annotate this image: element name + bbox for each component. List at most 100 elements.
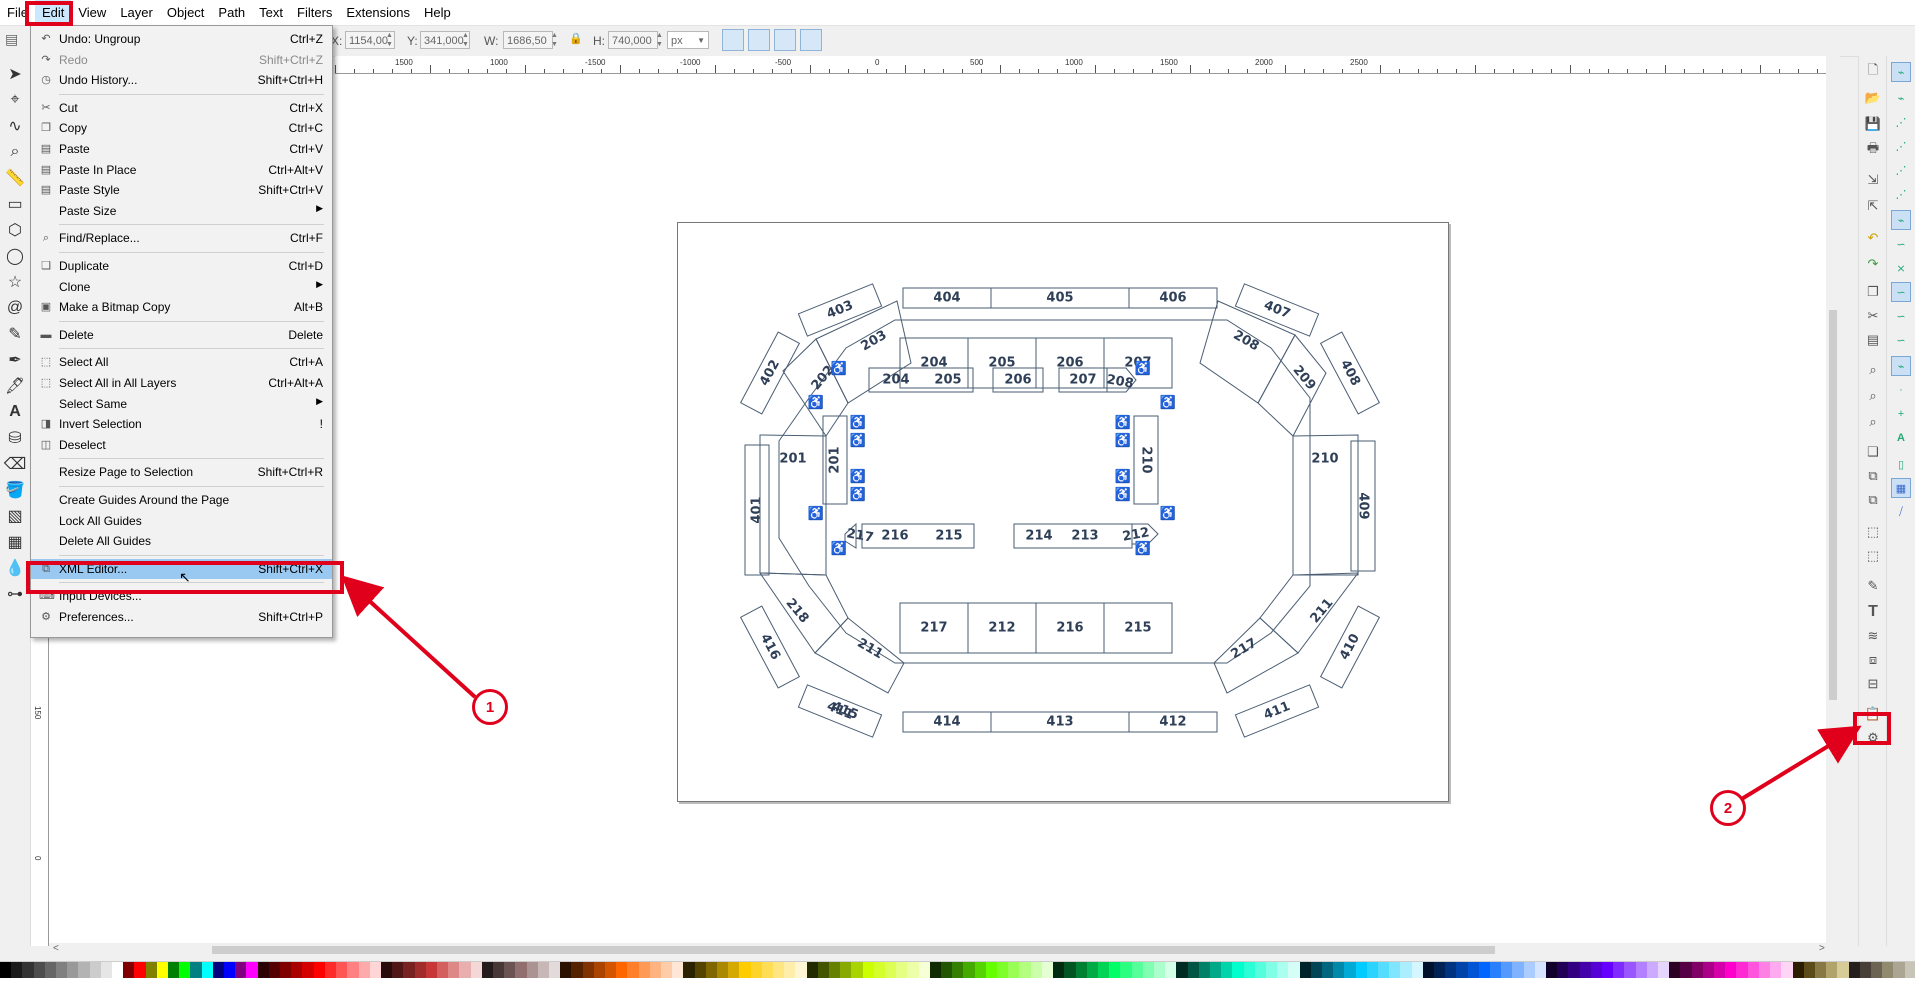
tweak-tool-icon[interactable]: ∿ bbox=[3, 114, 27, 138]
color-swatch[interactable] bbox=[481, 962, 493, 978]
color-swatch[interactable] bbox=[1658, 962, 1670, 978]
spray-tool-icon[interactable]: ⛁ bbox=[3, 426, 27, 450]
color-swatch[interactable] bbox=[459, 962, 471, 978]
color-swatch[interactable] bbox=[1299, 962, 1311, 978]
color-swatch[interactable] bbox=[1232, 962, 1244, 978]
color-swatch[interactable] bbox=[336, 962, 348, 978]
color-swatch[interactable] bbox=[548, 962, 561, 978]
color-swatch[interactable] bbox=[436, 962, 449, 978]
snap-paths-icon[interactable]: ∽ bbox=[1891, 234, 1911, 254]
color-swatch[interactable] bbox=[1814, 962, 1827, 978]
color-swatch[interactable] bbox=[380, 962, 393, 978]
color-swatch[interactable] bbox=[593, 962, 605, 978]
snap-bbox-corners-icon[interactable]: ⋰ bbox=[1891, 136, 1911, 156]
color-swatch[interactable] bbox=[448, 962, 460, 978]
color-swatch[interactable] bbox=[235, 962, 247, 978]
menu-item-resize-page-to-selection[interactable]: Resize Page to Selection Shift+Ctrl+R bbox=[31, 462, 332, 482]
menu-item-create-guides-around-the-page[interactable]: Create Guides Around the Page bbox=[31, 490, 332, 510]
new-document-icon[interactable]: 🗋 bbox=[1863, 62, 1883, 82]
color-swatch[interactable] bbox=[761, 962, 774, 978]
color-swatch[interactable] bbox=[1445, 962, 1457, 978]
menu-item-select-all[interactable]: ⬚ Select All Ctrl+A bbox=[31, 352, 332, 372]
horizontal-scrollbar[interactable]: < > bbox=[49, 943, 1840, 957]
color-swatch[interactable] bbox=[985, 962, 998, 978]
color-swatch[interactable] bbox=[134, 962, 146, 978]
color-swatch[interactable] bbox=[1243, 962, 1255, 978]
menu-item-paste-size[interactable]: Paste Size ▶ bbox=[31, 201, 332, 221]
zoom-selection-icon[interactable]: ⌕ bbox=[1863, 360, 1883, 380]
color-swatch[interactable] bbox=[1434, 962, 1446, 978]
copy-icon[interactable]: ❐ bbox=[1863, 282, 1883, 302]
color-swatch[interactable] bbox=[268, 962, 281, 978]
color-swatch[interactable] bbox=[1725, 962, 1737, 978]
color-swatch[interactable] bbox=[672, 962, 684, 978]
color-swatch[interactable] bbox=[1736, 962, 1748, 978]
color-swatch[interactable] bbox=[56, 962, 68, 978]
snap-others-icon[interactable]: ⌁ bbox=[1891, 356, 1911, 376]
color-swatch[interactable] bbox=[1870, 962, 1883, 978]
color-swatch[interactable] bbox=[1837, 962, 1849, 978]
color-swatch[interactable] bbox=[1501, 962, 1513, 978]
lock-ratio-icon[interactable]: 🔒 bbox=[569, 32, 583, 45]
align-distribute-icon[interactable]: ⊟ bbox=[1863, 674, 1883, 694]
color-swatch[interactable] bbox=[1826, 962, 1838, 978]
color-swatch[interactable] bbox=[302, 962, 314, 978]
color-swatch[interactable] bbox=[145, 962, 157, 978]
color-swatch[interactable] bbox=[1053, 962, 1065, 978]
color-swatch[interactable] bbox=[369, 962, 381, 978]
color-swatch[interactable] bbox=[392, 962, 404, 978]
color-swatch[interactable] bbox=[11, 962, 23, 978]
color-swatch[interactable] bbox=[1142, 962, 1154, 978]
menu-text[interactable]: Text bbox=[252, 0, 290, 25]
color-swatch[interactable] bbox=[1579, 962, 1591, 978]
snap-smooth-nodes-icon[interactable]: ∽ bbox=[1891, 306, 1911, 326]
color-swatch[interactable] bbox=[907, 962, 919, 978]
snap-path-intersections-icon[interactable]: ⨯ bbox=[1891, 258, 1911, 278]
color-swatch[interactable] bbox=[403, 962, 415, 978]
color-swatch[interactable] bbox=[246, 962, 258, 978]
snap-page-border-icon[interactable]: ▯ bbox=[1891, 454, 1911, 474]
color-swatch[interactable] bbox=[717, 962, 729, 978]
color-swatch[interactable] bbox=[638, 962, 650, 978]
color-swatch[interactable] bbox=[190, 962, 202, 978]
color-swatch[interactable] bbox=[1153, 962, 1166, 978]
color-swatch[interactable] bbox=[257, 962, 269, 978]
menu-help[interactable]: Help bbox=[417, 0, 458, 25]
color-swatch[interactable] bbox=[1008, 962, 1020, 978]
color-swatch[interactable] bbox=[1478, 962, 1491, 978]
color-swatch[interactable] bbox=[291, 962, 303, 978]
color-swatch[interactable] bbox=[941, 962, 953, 978]
color-swatch[interactable] bbox=[1590, 962, 1603, 978]
color-swatch[interactable] bbox=[1254, 962, 1266, 978]
node-tool-icon[interactable]: ⌖ bbox=[3, 88, 27, 112]
color-swatch[interactable] bbox=[1456, 962, 1468, 978]
color-swatch[interactable] bbox=[1097, 962, 1110, 978]
open-file-icon[interactable]: 📂 bbox=[1863, 88, 1883, 108]
color-swatch[interactable] bbox=[1198, 962, 1210, 978]
color-swatch[interactable] bbox=[1691, 962, 1703, 978]
seating-chart[interactable]: 404 405 406403 407402 408401 409414 413 412411 4… bbox=[678, 223, 1448, 801]
color-swatch[interactable] bbox=[683, 962, 695, 978]
color-swatch[interactable] bbox=[918, 962, 930, 978]
color-swatch[interactable] bbox=[1355, 962, 1367, 978]
menu-object[interactable]: Object bbox=[160, 0, 212, 25]
menu-item-undo-history[interactable]: ◷ Undo History... Shift+Ctrl+H bbox=[31, 70, 332, 90]
color-swatch[interactable] bbox=[1792, 962, 1804, 978]
menu-item-paste-in-place[interactable]: ▤ Paste In Place Ctrl+Alt+V bbox=[31, 160, 332, 180]
color-swatch[interactable] bbox=[1064, 962, 1076, 978]
menu-item-clone[interactable]: Clone ▶ bbox=[31, 277, 332, 297]
color-swatch[interactable] bbox=[123, 962, 135, 978]
color-swatch[interactable] bbox=[795, 962, 807, 978]
color-swatch[interactable] bbox=[1747, 962, 1759, 978]
star-tool-icon[interactable]: ☆ bbox=[3, 270, 27, 294]
color-swatch[interactable] bbox=[1366, 962, 1378, 978]
print-icon[interactable]: 🖶 bbox=[1863, 140, 1883, 160]
color-palette[interactable] bbox=[0, 961, 1915, 982]
color-swatch[interactable] bbox=[1310, 962, 1322, 978]
color-swatch[interactable] bbox=[560, 962, 572, 978]
color-swatch[interactable] bbox=[1221, 962, 1233, 978]
color-swatch[interactable] bbox=[1422, 962, 1434, 978]
dropper-tool-icon[interactable]: 💧 bbox=[3, 556, 27, 580]
snap-bbox-midpoints-icon[interactable]: ⋰ bbox=[1891, 160, 1911, 180]
color-swatch[interactable] bbox=[1321, 962, 1334, 978]
